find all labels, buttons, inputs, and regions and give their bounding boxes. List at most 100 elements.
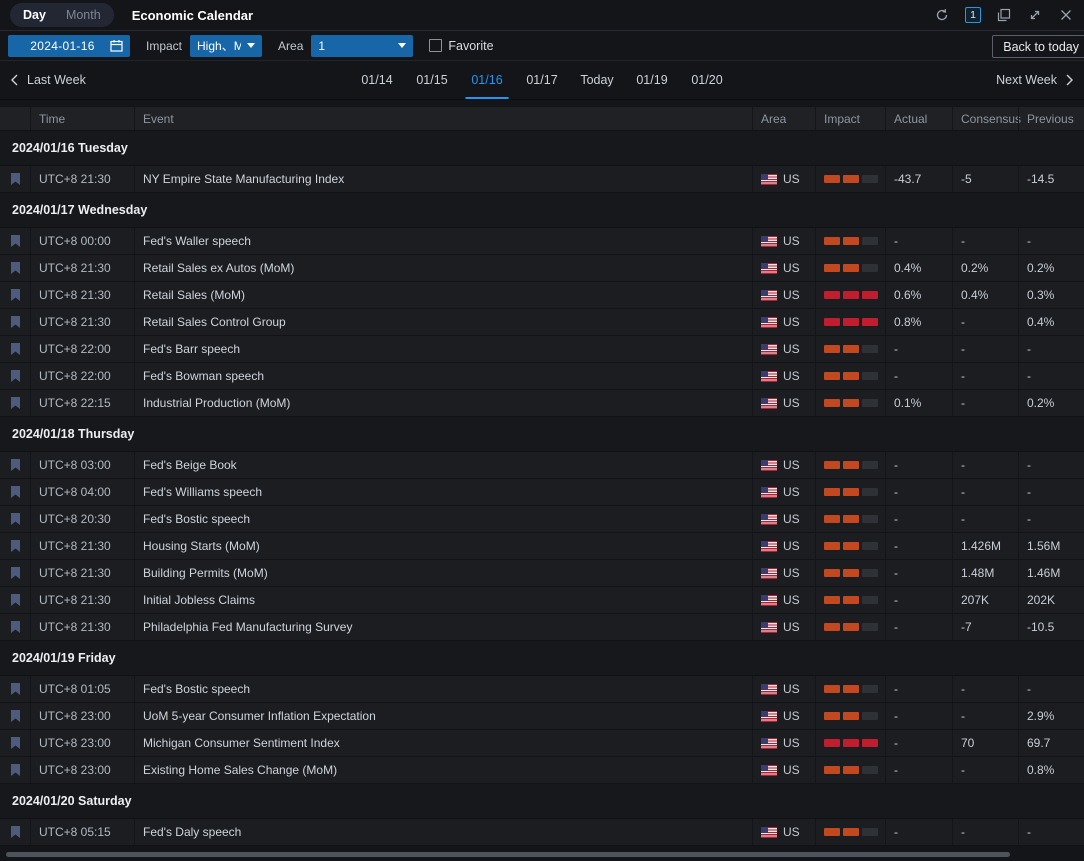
area-filter-select[interactable]: 1 xyxy=(311,35,413,57)
bookmark-icon[interactable] xyxy=(10,593,21,607)
event-row[interactable]: UTC+8 22:00Fed's Bowman speechUS--- xyxy=(0,363,1084,390)
bookmark-icon[interactable] xyxy=(10,369,21,383)
bookmark-cell xyxy=(0,587,30,613)
area-name: US xyxy=(783,234,800,248)
event-row[interactable]: UTC+8 23:00Existing Home Sales Change (M… xyxy=(0,757,1084,784)
bookmark-cell xyxy=(0,255,30,281)
day-tab-01-14[interactable]: 01/14 xyxy=(350,61,405,99)
area-name: US xyxy=(783,512,800,526)
back-to-today-button[interactable]: Back to today xyxy=(992,35,1084,58)
bookmark-icon[interactable] xyxy=(10,682,21,696)
event-row[interactable]: UTC+8 05:15Fed's Daly speechUS--- xyxy=(0,819,1084,846)
close-icon[interactable] xyxy=(1058,7,1074,23)
panel-count-icon[interactable]: 1 xyxy=(965,7,981,23)
refresh-icon[interactable] xyxy=(934,7,950,23)
bookmark-cell xyxy=(0,560,30,586)
event-row[interactable]: UTC+8 21:30Retail Sales Control GroupUS0… xyxy=(0,309,1084,336)
event-row[interactable]: UTC+8 00:00Fed's Waller speechUS--- xyxy=(0,228,1084,255)
bookmark-icon[interactable] xyxy=(10,342,21,356)
event-cell: Fed's Waller speech xyxy=(134,228,752,254)
bookmark-icon[interactable] xyxy=(10,234,21,248)
favorite-checkbox[interactable] xyxy=(429,39,442,52)
area-name: US xyxy=(783,342,800,356)
bookmark-icon[interactable] xyxy=(10,763,21,777)
event-row[interactable]: UTC+8 22:15Industrial Production (MoM)US… xyxy=(0,390,1084,417)
bookmark-icon[interactable] xyxy=(10,620,21,634)
day-tab-01-15[interactable]: 01/15 xyxy=(405,61,460,99)
event-row[interactable]: UTC+8 21:30Building Permits (MoM)US-1.48… xyxy=(0,560,1084,587)
previous-cell: -14.5 xyxy=(1018,166,1084,192)
us-flag-icon xyxy=(761,684,777,695)
day-tab-01-17[interactable]: 01/17 xyxy=(515,61,570,99)
last-week-button[interactable]: Last Week xyxy=(10,73,86,87)
event-row[interactable]: UTC+8 22:00Fed's Barr speechUS--- xyxy=(0,336,1084,363)
impact-medium-bars xyxy=(824,828,878,836)
event-row[interactable]: UTC+8 21:30Initial Jobless ClaimsUS-207K… xyxy=(0,587,1084,614)
horizontal-scrollbar[interactable] xyxy=(6,852,1010,857)
next-week-button[interactable]: Next Week xyxy=(996,73,1074,87)
event-row[interactable]: UTC+8 21:30Retail Sales (MoM)US0.6%0.4%0… xyxy=(0,282,1084,309)
event-row[interactable]: UTC+8 21:30Housing Starts (MoM)US-1.426M… xyxy=(0,533,1084,560)
impact-cell xyxy=(815,255,885,281)
tab-day[interactable]: Day xyxy=(14,6,55,24)
previous-cell: - xyxy=(1018,819,1084,845)
bookmark-icon[interactable] xyxy=(10,396,21,410)
table-body: 2024/01/16 TuesdayUTC+8 21:30NY Empire S… xyxy=(0,131,1084,846)
bookmark-icon[interactable] xyxy=(10,512,21,526)
bookmark-icon[interactable] xyxy=(10,261,21,275)
date-picker-input[interactable]: 2024-01-16 xyxy=(8,35,130,57)
impact-medium-bars xyxy=(824,515,878,523)
bookmark-icon[interactable] xyxy=(10,172,21,186)
actual-cell: - xyxy=(885,479,952,505)
actual-cell: - xyxy=(885,730,952,756)
duplicate-icon[interactable] xyxy=(996,7,1012,23)
event-cell: Existing Home Sales Change (MoM) xyxy=(134,757,752,783)
day-tab-01-16[interactable]: 01/16 xyxy=(460,61,515,99)
event-row[interactable]: UTC+8 04:00Fed's Williams speechUS--- xyxy=(0,479,1084,506)
actual-cell: - xyxy=(885,506,952,532)
previous-cell: 1.46M xyxy=(1018,560,1084,586)
previous-cell: - xyxy=(1018,676,1084,702)
bookmark-icon[interactable] xyxy=(10,458,21,472)
previous-cell: -10.5 xyxy=(1018,614,1084,640)
impact-filter-label: Impact xyxy=(146,39,182,53)
bookmark-icon[interactable] xyxy=(10,709,21,723)
event-row[interactable]: UTC+8 21:30Retail Sales ex Autos (MoM)US… xyxy=(0,255,1084,282)
event-row[interactable]: UTC+8 01:05Fed's Bostic speechUS--- xyxy=(0,676,1084,703)
bookmark-icon[interactable] xyxy=(10,539,21,553)
time-cell: UTC+8 21:30 xyxy=(30,587,134,613)
day-tab-01-20[interactable]: 01/20 xyxy=(680,61,735,99)
event-row[interactable]: UTC+8 23:00UoM 5-year Consumer Inflation… xyxy=(0,703,1084,730)
event-row[interactable]: UTC+8 03:00Fed's Beige BookUS--- xyxy=(0,452,1084,479)
favorite-filter[interactable]: Favorite xyxy=(429,39,493,53)
event-row[interactable]: UTC+8 21:30Philadelphia Fed Manufacturin… xyxy=(0,614,1084,641)
bookmark-cell xyxy=(0,282,30,308)
impact-filter-select[interactable]: High、Medi... xyxy=(190,35,262,57)
bookmark-icon[interactable] xyxy=(10,825,21,839)
area-cell: US xyxy=(752,166,815,192)
event-row[interactable]: UTC+8 21:30NY Empire State Manufacturing… xyxy=(0,166,1084,193)
day-tab-today[interactable]: Today xyxy=(570,61,625,99)
tab-month[interactable]: Month xyxy=(57,6,110,24)
area-cell: US xyxy=(752,703,815,729)
bookmark-icon[interactable] xyxy=(10,736,21,750)
day-tab-01-19[interactable]: 01/19 xyxy=(625,61,680,99)
day-tabs: 01/1401/1501/1601/17Today01/1901/20 xyxy=(350,61,735,99)
consensus-cell: - xyxy=(952,363,1018,389)
impact-medium-bars xyxy=(824,766,878,774)
time-cell: UTC+8 23:00 xyxy=(30,730,134,756)
bookmark-icon[interactable] xyxy=(10,566,21,580)
bookmark-icon[interactable] xyxy=(10,315,21,329)
bookmark-icon[interactable] xyxy=(10,485,21,499)
chevron-left-icon xyxy=(10,74,19,86)
consensus-cell: - xyxy=(952,452,1018,478)
area-cell: US xyxy=(752,819,815,845)
event-row[interactable]: UTC+8 23:00Michigan Consumer Sentiment I… xyxy=(0,730,1084,757)
us-flag-icon xyxy=(761,487,777,498)
impact-medium-bars xyxy=(824,461,878,469)
expand-icon[interactable] xyxy=(1027,7,1043,23)
event-row[interactable]: UTC+8 20:30Fed's Bostic speechUS--- xyxy=(0,506,1084,533)
consensus-cell: 0.4% xyxy=(952,282,1018,308)
area-name: US xyxy=(783,172,800,186)
bookmark-icon[interactable] xyxy=(10,288,21,302)
